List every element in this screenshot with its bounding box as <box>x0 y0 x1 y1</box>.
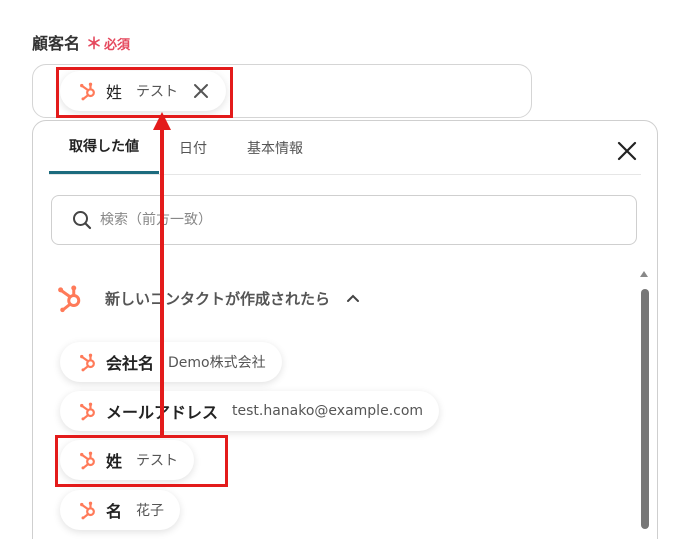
hubspot-icon <box>58 285 81 313</box>
item-value: test.hanako@example.com <box>232 403 424 419</box>
annotation-arrow-head <box>153 112 171 130</box>
item-key: 会社名 <box>106 354 155 373</box>
group-title: 新しいコンタクトが作成されたら <box>105 289 331 308</box>
item-key: 名 <box>106 502 123 521</box>
item-value: Demo株式会社 <box>168 355 266 371</box>
tabs-divider <box>49 174 641 175</box>
search-input[interactable] <box>100 212 580 228</box>
search-field[interactable] <box>51 195 637 245</box>
hubspot-icon <box>80 353 95 372</box>
required-mark: ＊ <box>86 34 103 53</box>
list-item-company[interactable]: 会社名 Demo株式会社 <box>60 342 282 382</box>
close-icon[interactable] <box>615 139 639 163</box>
item-value: 花子 <box>136 503 165 519</box>
chevron-up-icon[interactable] <box>346 293 360 303</box>
hubspot-icon <box>80 402 95 421</box>
required-text: 必須 <box>104 38 131 53</box>
highlight-box-list-item <box>55 435 228 487</box>
search-icon <box>73 211 92 230</box>
group-header[interactable]: 新しいコンタクトが作成されたら <box>55 283 360 313</box>
scroll-up-arrow[interactable] <box>639 269 649 279</box>
annotation-arrow-line <box>160 122 164 438</box>
tab-basic-info[interactable]: 基本情報 <box>227 121 323 175</box>
list-item-email[interactable]: メールアドレス test.hanako@example.com <box>60 391 440 431</box>
hubspot-icon <box>80 501 95 520</box>
tab-retrieved-values[interactable]: 取得した値 <box>49 121 159 175</box>
highlight-box-input-chip <box>56 67 233 118</box>
scrollbar-thumb[interactable] <box>641 289 649 529</box>
list-item-first-name[interactable]: 名 花子 <box>60 490 181 530</box>
tab-bar: 取得した値 日付 基本情報 <box>49 121 607 175</box>
field-label: 顧客名 ＊ 必須 <box>32 30 130 54</box>
field-label-text: 顧客名 <box>32 34 81 53</box>
